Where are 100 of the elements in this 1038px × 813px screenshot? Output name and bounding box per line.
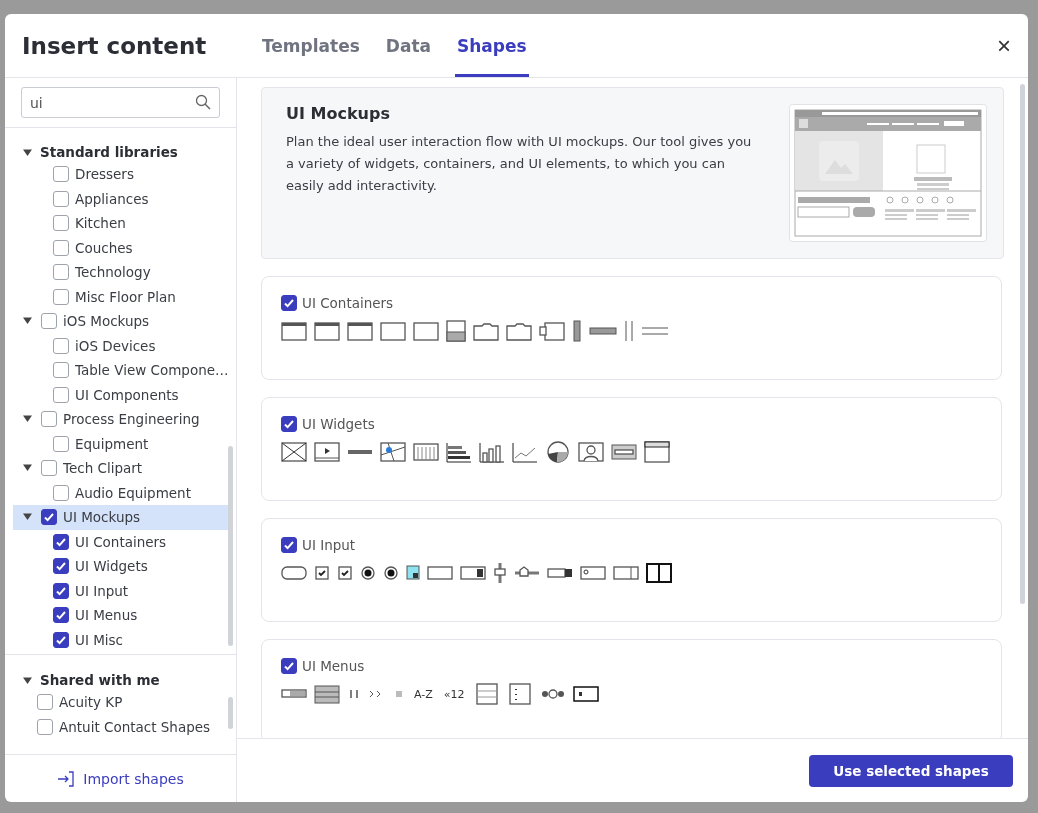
panel-shape-icon[interactable] <box>380 320 406 342</box>
video-shape-icon[interactable] <box>314 441 340 463</box>
tree-row[interactable]: UI Components <box>13 382 228 407</box>
checkbox[interactable] <box>41 509 57 526</box>
shape-thumbnail-text[interactable]: «12 <box>441 687 467 701</box>
shape-thumbnail-text[interactable]: A-Z <box>412 687 435 701</box>
tree-row[interactable]: Tech Clipart <box>13 456 228 481</box>
checkbox[interactable] <box>281 537 297 553</box>
map-shape-icon[interactable] <box>380 441 406 463</box>
stack-shape-icon[interactable] <box>446 320 466 342</box>
grid-shape-icon[interactable] <box>646 562 672 584</box>
checkbox[interactable] <box>53 362 69 379</box>
checkbox[interactable] <box>53 386 69 403</box>
folder-shape-icon[interactable] <box>473 320 499 342</box>
section-header[interactable]: Shared with me <box>40 672 160 688</box>
use-selected-shapes-button[interactable]: Use selected shapes <box>809 754 1013 787</box>
window-shape-icon[interactable] <box>347 320 373 342</box>
tabpanel-shape-icon[interactable] <box>539 320 565 342</box>
tree-row[interactable]: Audio Equipment <box>13 480 228 505</box>
tree-row[interactable]: Acuity KP <box>13 690 228 715</box>
checkbox[interactable] <box>53 582 69 599</box>
tab[interactable]: Templates <box>260 14 362 77</box>
checkbox[interactable] <box>53 337 69 354</box>
format-shape-icon[interactable] <box>572 683 599 705</box>
tree-row[interactable]: iOS Devices <box>13 333 228 358</box>
tree-row[interactable]: Technology <box>13 260 228 285</box>
window-shape-icon[interactable] <box>281 320 307 342</box>
import-shapes-link[interactable]: Import shapes <box>57 770 184 787</box>
scrollbar[interactable] <box>228 446 233 646</box>
checkbox[interactable] <box>41 313 57 330</box>
tree-row[interactable]: Couches <box>13 235 228 260</box>
pie-shape-icon[interactable] <box>545 441 571 463</box>
checkbox[interactable] <box>53 239 69 256</box>
checkbox[interactable] <box>53 558 69 575</box>
checkbox[interactable] <box>281 658 297 674</box>
tree-row[interactable]: UI Input <box>13 578 228 603</box>
field-shape-icon[interactable] <box>611 441 637 463</box>
image-shape-icon[interactable] <box>281 441 307 463</box>
search-icon[interactable] <box>195 94 211 110</box>
checkbox[interactable] <box>53 288 69 305</box>
tree-row[interactable]: UI Menus <box>13 603 228 628</box>
tree-row[interactable]: UI Misc <box>13 627 228 652</box>
close-button[interactable]: × <box>980 30 1028 61</box>
scrollbar[interactable] <box>1020 84 1025 604</box>
tree-row[interactable]: UI Widgets <box>13 554 228 579</box>
vscroll-shape-icon[interactable] <box>572 320 582 342</box>
vmenu-shape-icon[interactable] <box>506 683 533 705</box>
caret-icon[interactable] <box>23 413 32 423</box>
vslider-shape-icon[interactable] <box>493 562 507 584</box>
menu-shape-icon[interactable] <box>314 683 340 705</box>
checkbox[interactable] <box>53 435 69 452</box>
checkbox[interactable] <box>53 484 69 501</box>
checkbox[interactable] <box>41 460 57 477</box>
tab[interactable]: Shapes <box>455 14 529 77</box>
tree-label: UI Containers <box>75 533 167 550</box>
avatar-shape-icon[interactable] <box>578 441 604 463</box>
caret-icon[interactable] <box>23 462 32 472</box>
list-shape-icon[interactable] <box>473 683 500 705</box>
tree-label: UI Misc <box>75 631 123 648</box>
checkbox[interactable] <box>53 607 69 624</box>
checkbox[interactable] <box>281 295 297 311</box>
bar-shape-icon[interactable] <box>479 441 505 463</box>
panel-shape-icon[interactable] <box>413 320 439 342</box>
tree-row[interactable]: Dressers <box>13 162 228 187</box>
checkbox[interactable] <box>53 264 69 281</box>
folder-shape-icon[interactable] <box>506 320 532 342</box>
caret-icon[interactable] <box>23 511 32 521</box>
tree-row[interactable]: UI Containers <box>13 529 228 554</box>
line-shape-icon[interactable] <box>512 441 538 463</box>
caret-icon[interactable] <box>23 675 32 685</box>
tree-label: UI Widgets <box>75 558 148 575</box>
tree-row[interactable]: iOS Mockups <box>13 309 228 334</box>
checkbox[interactable] <box>37 718 53 735</box>
editor-shape-icon[interactable] <box>644 441 670 463</box>
caret-icon[interactable] <box>23 315 32 325</box>
scrollbar[interactable] <box>228 697 233 729</box>
checkbox[interactable] <box>53 190 69 207</box>
checkbox[interactable] <box>53 631 69 648</box>
tree-row[interactable]: Kitchen <box>13 211 228 236</box>
tree-row[interactable]: Antuit Contact Shapes <box>13 714 228 739</box>
tree-row[interactable]: Table View Compone… <box>13 358 228 383</box>
tree-row[interactable]: Process Engineering <box>13 407 228 432</box>
checkbox[interactable] <box>37 694 53 711</box>
caret-icon[interactable] <box>23 147 32 157</box>
barh-shape-icon[interactable] <box>446 441 472 463</box>
search-field[interactable]: ui <box>21 87 220 118</box>
checkbox[interactable] <box>41 411 57 428</box>
section-header[interactable]: Standard libraries <box>40 144 178 160</box>
checkbox[interactable] <box>53 215 69 232</box>
checkbox[interactable] <box>53 533 69 550</box>
tree-row[interactable]: Equipment <box>13 431 228 456</box>
window-shape-icon[interactable] <box>314 320 340 342</box>
tab[interactable]: Data <box>383 14 433 77</box>
tree-row[interactable]: Misc Floor Plan <box>13 284 228 309</box>
checkbox[interactable] <box>281 416 297 432</box>
library-name: UI Widgets <box>302 416 375 432</box>
table-shape-icon[interactable] <box>413 441 439 463</box>
tree-row[interactable]: Appliances <box>13 186 228 211</box>
tree-row[interactable]: UI Mockups <box>13 505 228 530</box>
checkbox[interactable] <box>53 166 69 183</box>
